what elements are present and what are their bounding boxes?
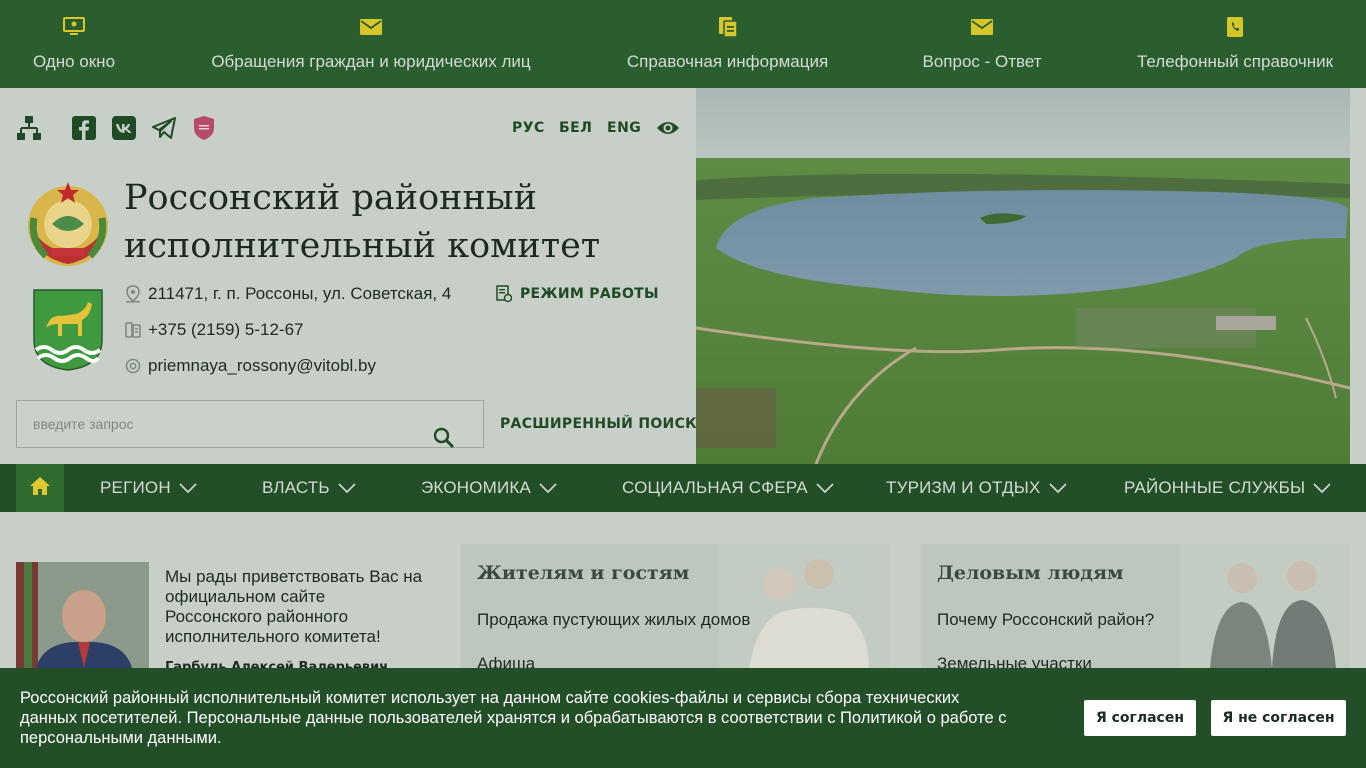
lang-be[interactable]: БЕЛ: [559, 120, 592, 136]
cookie-decline-button[interactable]: Я не согласен: [1211, 700, 1346, 736]
work-mode-label: РЕЖИМ РАБОТЫ: [520, 286, 659, 302]
vk-link[interactable]: [112, 116, 136, 144]
quick-link-faq[interactable]: Вопрос - Ответ: [922, 0, 1042, 88]
card-residents-guests: Жителям и гостям Продажа пустующих жилых…: [461, 544, 889, 668]
chevron-down-icon: [539, 483, 557, 493]
rossony-coat-of-arms: [32, 288, 104, 372]
facebook-icon: [72, 116, 96, 144]
document-icon: [716, 16, 740, 38]
address-line: 211471, г. п. Россоны, ул. Советская, 4: [124, 284, 451, 304]
nav-item-label: РЕГИОН: [100, 478, 171, 497]
home-button[interactable]: [16, 464, 64, 512]
cookie-text: Россонский районный исполнительный комит…: [20, 689, 1007, 747]
nav-item-label: ТУРИЗМ И ОТДЫХ: [886, 478, 1041, 497]
nav-item-authority[interactable]: ВЛАСТЬ: [262, 464, 356, 512]
email-text: priemnaya_rossony@vitobl.by: [148, 356, 376, 375]
quick-link-label: Вопрос - Ответ: [922, 52, 1042, 71]
phone-icon: [124, 321, 142, 339]
search-input[interactable]: [17, 401, 417, 447]
card-link[interactable]: Почему Россонский район?: [937, 610, 1154, 630]
nav-item-region[interactable]: РЕГИОН: [100, 464, 197, 512]
monitor-icon: [62, 16, 86, 38]
email-line[interactable]: priemnaya_rossony@vitobl.by: [124, 356, 376, 376]
advanced-search-link[interactable]: РАСШИРЕННЫЙ ПОИСК: [500, 416, 697, 432]
chevron-down-icon: [1313, 483, 1331, 493]
badge-link[interactable]: [193, 116, 215, 144]
card-title: Деловым людям: [937, 562, 1124, 584]
quick-link-label: Справочная информация: [626, 52, 829, 71]
card-business: Деловым людям Почему Россонский район? З…: [921, 544, 1350, 668]
mail-icon: [970, 16, 994, 38]
quick-link-label: Обращения граждан и юридических лиц: [211, 52, 531, 71]
nav-item-tourism[interactable]: ТУРИЗМ И ОТДЫХ: [886, 464, 1067, 512]
chevron-down-icon: [179, 483, 197, 493]
search-box: [16, 400, 484, 451]
quick-link-reference-info[interactable]: Справочная информация: [626, 0, 829, 88]
quick-link-phone-directory[interactable]: Телефонный справочник: [1135, 0, 1335, 88]
phone-line[interactable]: +375 (2159) 5-12-67: [124, 320, 303, 340]
phone-text: +375 (2159) 5-12-67: [148, 320, 304, 339]
header-landscape-photo: [696, 88, 1350, 464]
address-text: 211471, г. п. Россоны, ул. Советская, 4: [148, 284, 452, 303]
sitemap-icon: [16, 115, 42, 145]
card-link[interactable]: Продажа пустующих жилых домов: [477, 610, 750, 630]
lang-ru[interactable]: РУС: [512, 120, 545, 136]
telegram-link[interactable]: [152, 116, 176, 144]
card-title: Жителям и гостям: [477, 562, 690, 584]
facebook-link[interactable]: [72, 116, 96, 144]
business-people-photo: [1180, 544, 1350, 668]
cookie-banner: Россонский районный исполнительный комит…: [0, 668, 1366, 768]
top-quick-links-bar: Одно окно Обращения граждан и юридически…: [0, 0, 1366, 88]
chevron-down-icon: [1048, 483, 1067, 493]
phone-book-icon: [1223, 16, 1247, 38]
chevron-down-icon: [816, 483, 834, 493]
page-title: Россонский районный исполнительный комит…: [124, 174, 600, 270]
mail-icon: [359, 16, 383, 38]
card-link[interactable]: Земельные участки: [937, 654, 1092, 668]
quick-link-appeals[interactable]: Обращения граждан и юридических лиц: [210, 0, 532, 88]
map-pin-icon: [124, 285, 142, 303]
telegram-icon: [152, 117, 176, 143]
belarus-emblem: [22, 178, 114, 270]
title-line-1: Россонский районный: [124, 178, 537, 218]
welcome-text: Мы рады приветствовать Вас на официально…: [165, 567, 423, 646]
title-line-2: исполнительный комитет: [124, 226, 601, 266]
nav-item-economy[interactable]: ЭКОНОМИКА: [421, 464, 557, 512]
shield-badge-icon: [193, 115, 215, 145]
cookie-accept-button[interactable]: Я согласен: [1084, 700, 1196, 736]
vk-icon: [112, 116, 136, 144]
quick-link-label: Телефонный справочник: [1136, 52, 1334, 71]
quick-link-one-window[interactable]: Одно окно: [32, 0, 116, 88]
card-link[interactable]: Афиша: [477, 654, 535, 668]
family-photo: [719, 544, 889, 668]
nav-item-label: ВЛАСТЬ: [262, 478, 330, 497]
sitemap-link[interactable]: [16, 116, 42, 144]
header-right-strip: [1350, 88, 1366, 464]
nav-item-label: РАЙОННЫЕ СЛУЖБЫ: [1124, 478, 1306, 497]
nav-item-label: СОЦИАЛЬНАЯ СФЕРА: [622, 478, 808, 497]
main-navigation: РЕГИОН ВЛАСТЬ ЭКОНОМИКА СОЦИАЛЬНАЯ СФЕРА…: [0, 464, 1366, 512]
work-mode-link[interactable]: РЕЖИМ РАБОТЫ: [496, 285, 659, 303]
chevron-down-icon: [338, 483, 356, 493]
at-sign-icon: [124, 357, 142, 375]
chairman-photo: [16, 562, 149, 668]
nav-item-services[interactable]: РАЙОННЫЕ СЛУЖБЫ: [1124, 464, 1331, 512]
nav-item-social[interactable]: СОЦИАЛЬНАЯ СФЕРА: [622, 464, 834, 512]
lang-en[interactable]: ENG: [607, 120, 641, 136]
home-icon: [29, 476, 51, 500]
schedule-icon: [496, 285, 512, 303]
search-icon[interactable]: [433, 427, 457, 451]
quick-link-label: Одно окно: [32, 52, 116, 71]
nav-item-label: ЭКОНОМИКА: [421, 478, 532, 497]
accessibility-eye-icon[interactable]: [656, 118, 680, 142]
